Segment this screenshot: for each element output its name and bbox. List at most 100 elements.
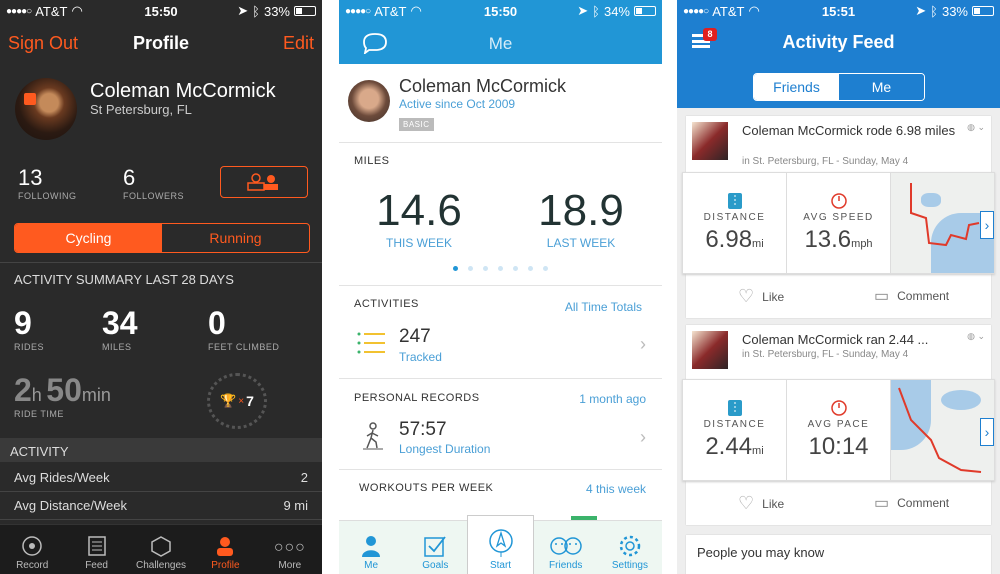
tab-challenges[interactable]: Challenges [129,525,193,574]
sign-out-button[interactable]: Sign Out [8,33,78,54]
speedometer-icon [830,399,847,416]
tab-me[interactable]: Me [339,521,403,574]
route-map[interactable]: › [891,173,994,273]
comment-icon: ▭ [874,495,890,512]
tab-friends[interactable]: Friends [754,74,839,100]
route-line [898,387,982,473]
activity-thumbnail [692,122,728,160]
tab-cycling[interactable]: Cycling [15,224,162,252]
tab-label: Goals [422,560,449,571]
stat-label: FEET CLIMBED [208,342,280,352]
stat-value: 2.44 [705,432,753,460]
person-icon [362,536,381,557]
tab-me[interactable]: Me [839,74,924,100]
activities-count: 247 [399,326,431,347]
minutes-unit: min [81,385,111,405]
stat-label: MILES [102,342,132,352]
map-next-button[interactable]: › [980,418,994,446]
personal-records-section[interactable]: PERSONAL RECORDS 1 month ago 57:57 Longe… [339,379,662,469]
activities-section[interactable]: ACTIVITIES All Time Totals 247 Tracked › [339,286,662,378]
divider [339,469,662,470]
workouts-link[interactable]: 4 this week [586,482,646,496]
stat-value: 0 [208,305,226,341]
following-count[interactable]: 13 FOLLOWING [18,165,77,201]
carrier-label: AT&T [35,3,68,19]
bluetooth-icon: ᛒ [252,3,260,19]
followers-count[interactable]: 6 FOLLOWERS [123,165,184,201]
nav-bar: Sign Out Profile Edit [0,22,322,64]
activity-card[interactable]: Coleman McCormick rode 6.98 miles in St.… [682,116,995,318]
activity-card[interactable]: Coleman McCormick ran 2.44 ... in St. Pe… [682,325,995,525]
section-link[interactable]: All Time Totals [565,300,642,314]
activity-subtitle: in St. Petersburg, FL - Sunday, May 4 [742,156,909,167]
like-button[interactable]: ♡ Like [738,286,784,307]
route-map[interactable]: › [891,380,994,480]
like-button[interactable]: ♡ Like [738,493,784,514]
battery-icon [294,6,316,16]
ride-time-label: RIDE TIME [14,409,64,419]
edit-button[interactable]: Edit [283,33,314,54]
wifi-icon: ◠ [748,3,760,18]
tab-settings[interactable]: Settings [598,521,662,574]
header: ●●●●○ AT&T ◠ 15:51 ➤ ᛒ 33% 8 Activity Feed F… [677,0,1000,108]
distance-stat: DISTANCE 2.44mi [683,380,787,480]
friends-icon [549,537,582,555]
tab-label: Settings [611,560,648,571]
stat-unit: mi [752,444,764,457]
globe-chevron-down-icon[interactable]: ◍ ⌄ [967,331,985,342]
comment-button[interactable]: ▭ Comment [874,493,949,513]
tab-start[interactable]: Start [467,515,534,574]
comment-label: Comment [897,496,950,510]
activity-feed-screen: ●●●●○ AT&T ◠ 15:51 ➤ ᛒ 33% 8 Activity Feed F… [677,0,1000,574]
start-compass-icon [488,529,513,557]
tab-goals[interactable]: Goals [403,521,467,574]
stat-value: 6.98 [705,225,753,253]
avatar[interactable] [348,80,390,122]
row-label: Avg Distance/Week [14,498,127,513]
hours-unit: h [31,385,42,405]
list-item: Avg Rides/Week 2 [0,464,322,492]
divider [339,142,662,143]
tab-profile[interactable]: Profile [193,525,257,574]
find-friends-button[interactable] [220,166,308,198]
tab-more[interactable]: ○○○ More [258,525,322,574]
speedometer-icon [830,192,847,209]
avatar[interactable] [15,78,77,140]
stat-value: 13.6 [804,225,852,253]
rank-badge-icon [24,93,36,105]
location-icon: ➤ [915,3,927,18]
strava-profile-screen: ●●●●○ AT&T ◠ 15:50 ➤ ᛒ 33% Sign Out Profile … [0,0,322,574]
bluetooth-icon: ᛒ [930,3,938,19]
stat-unit: mi [752,237,764,250]
tab-friends[interactable]: Friends [534,521,598,574]
location-icon: ➤ [577,3,589,18]
heart-icon: ♡ [738,286,755,306]
trophy-case[interactable]: 🏆 × 7 [207,373,267,429]
globe-chevron-down-icon[interactable]: ◍ ⌄ [967,122,985,133]
stats-panel: DISTANCE 2.44mi AVG PACE 10:14 › [682,379,995,481]
runkeeper-me-screen: ●●●●○ AT&T ◠ 15:50 ➤ ᛒ 34% Me Coleman McCorm… [339,0,662,574]
tab-feed[interactable]: Feed [64,525,128,574]
stat-value: 34 [102,305,138,341]
location-icon: ➤ [237,3,249,18]
stat-value: 18.9 [538,186,624,235]
tab-record[interactable]: Record [0,525,64,574]
minutes-value: 50 [46,372,82,408]
summary-title: ACTIVITY SUMMARY LAST 28 DAYS [14,272,234,287]
signal-icon: ●●●●○ [6,5,32,17]
tab-running[interactable]: Running [162,224,309,252]
signal-icon: ●●●●○ [683,5,709,17]
section-link[interactable]: 1 month ago [579,392,646,406]
people-you-may-know-card: People you may know [686,535,991,574]
challenges-icon [151,536,171,557]
heart-icon: ♡ [738,493,755,513]
stat-value: 10:14 [808,432,869,460]
page-indicator[interactable] [339,266,662,271]
stat-unit: mph [851,237,873,250]
comment-button[interactable]: ▭ Comment [874,286,949,306]
profile-icon [217,537,234,556]
stat-label: DISTANCE [703,211,766,223]
miles-caption: MILES [354,155,390,167]
route-line [910,183,980,247]
map-next-button[interactable]: › [980,211,994,239]
